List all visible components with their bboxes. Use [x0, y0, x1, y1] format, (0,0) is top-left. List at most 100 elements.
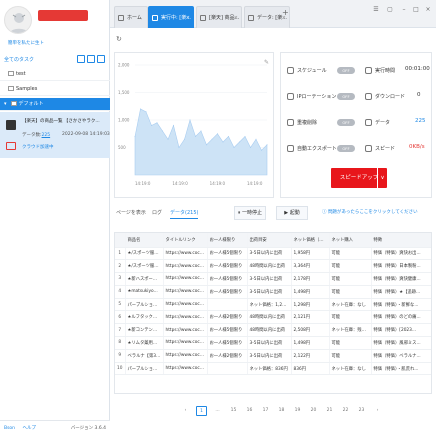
start-button[interactable]: ▶ 起動: [276, 206, 308, 220]
run-icon: [152, 15, 158, 21]
tree-toolbar: [75, 55, 105, 65]
column-header[interactable]: ネット価格（税込）: [291, 233, 330, 248]
column-header[interactable]: ネット購入: [329, 233, 372, 248]
task-card[interactable]: 【楽天】の商品一覧 【さかさやラク... データ数:225 2022-09-08…: [0, 112, 110, 158]
column-header[interactable]: お一人様限り: [207, 233, 248, 248]
table-row[interactable]: 1★/スポーツ服ロカブ...https://www.cocokarafi...お…: [115, 247, 431, 261]
table-row[interactable]: 3★新ハスポーツ毛皮ケ...https://www.cocokarafi...お…: [115, 272, 431, 286]
table-cell: 特価（特価）爽快健康...: [371, 272, 431, 286]
table-cell: https://www.cocokarafi...: [163, 259, 208, 274]
user-subtitle-link[interactable]: ト: [40, 41, 45, 46]
download-value: 0: [417, 92, 421, 98]
refresh-icon[interactable]: ↻: [116, 35, 122, 43]
tab-home[interactable]: ホーム: [114, 6, 148, 28]
table-row[interactable]: 7★新コンテンツセール...https://www.cocokarafi...お…: [115, 323, 431, 338]
speedup-label: スピードアップ: [339, 175, 379, 181]
new-folder-icon[interactable]: [77, 55, 85, 63]
add-tab-icon[interactable]: +: [282, 8, 289, 17]
table-row[interactable]: 8★リムタ薬用内服液...https://www.cocokarafi...お一…: [115, 336, 431, 350]
table-cell: 可能: [329, 285, 372, 299]
ip-rotation-toggle[interactable]: OFF: [337, 93, 355, 100]
column-header[interactable]: 出荷目安: [247, 233, 292, 248]
table-cell: お一人様2個限り: [207, 310, 248, 325]
maximize-icon[interactable]: □: [412, 6, 420, 14]
data-table: 商品名 タイトルリンク お一人様限り 出荷目安 ネット価格（税込） ネット購入 特徴 1 ★/…: [114, 232, 432, 394]
table-cell: 特価（特価）のどの痛...: [371, 310, 431, 325]
task-count[interactable]: 225: [42, 133, 51, 138]
column-header[interactable]: [115, 233, 126, 248]
next-page-button[interactable]: ›: [372, 406, 383, 416]
task-status: クラウド加速中: [22, 145, 54, 150]
close-icon[interactable]: ×: [186, 7, 190, 28]
settings-icon[interactable]: [97, 55, 105, 63]
avatar[interactable]: [4, 6, 32, 34]
table-row[interactable]: 5パーブルショットブラ...https://www.cocokarafi... ネ…: [115, 298, 431, 312]
help-link[interactable]: ⓘ 問題があったらここをクリックしてください: [322, 209, 418, 215]
play-icon: ▶: [284, 210, 289, 216]
tab-task[interactable]: [楽天] 商品... ×: [196, 6, 242, 28]
minimize-icon[interactable]: –: [400, 6, 408, 14]
close-window-icon[interactable]: ×: [424, 6, 432, 14]
task-count-row: データ数:225: [22, 132, 50, 138]
column-header[interactable]: 特徴: [371, 233, 431, 248]
tab-running[interactable]: 実行中: [楽... ×: [148, 6, 194, 28]
new-task-icon[interactable]: [87, 55, 95, 63]
page-button[interactable]: 1: [196, 406, 207, 416]
pause-button[interactable]: ⏸ 一時停止: [234, 206, 266, 220]
restore-icon[interactable]: ▢: [386, 6, 394, 14]
tab-data-results[interactable]: データ(215): [170, 209, 199, 219]
page-button[interactable]: 16: [244, 406, 255, 416]
dedup-icon: [287, 119, 294, 126]
x-tick-label: 14:19:0: [210, 181, 226, 186]
data-point: [261, 149, 262, 151]
footer-link-help[interactable]: ヘルプ: [22, 426, 36, 431]
table-cell: 8: [115, 336, 126, 350]
tree-item-default[interactable]: ▾ デフォルト: [0, 98, 110, 111]
chevron-down-icon[interactable]: ∨: [377, 168, 387, 188]
question-icon: ⓘ: [322, 210, 327, 215]
ip-rotation-label: IPローテーション: [297, 94, 337, 100]
page-button[interactable]: 21: [324, 406, 335, 416]
data-point: [255, 138, 257, 140]
tree-item-test[interactable]: test: [0, 68, 110, 81]
page-button[interactable]: ...: [212, 406, 223, 416]
dedup-toggle[interactable]: OFF: [337, 119, 355, 126]
table-cell: 特価（特価）[2023...: [371, 323, 431, 338]
page-button[interactable]: 17: [260, 406, 271, 416]
speed-chart: 2,000 1,500 1,000 500 14:19:0 14:19:0 14:19:0 1…: [114, 52, 274, 198]
tab-page-view[interactable]: ページを表示: [116, 209, 146, 216]
table-row[interactable]: 2★/スポーツ服女性ト...https://www.cocokarafi...お…: [115, 259, 431, 274]
table-cell: 3-5日以内に出荷: [247, 349, 292, 363]
edit-icon[interactable]: ✎: [264, 59, 269, 66]
table-header-row: 商品名 タイトルリンク お一人様限り 出荷目安 ネット価格（税込） ネット購入 特徴: [115, 233, 431, 248]
footer-link-bson[interactable]: Bson: [4, 426, 15, 431]
download-option: ダウンロード: [365, 93, 405, 100]
close-icon[interactable]: ×: [234, 7, 238, 28]
table-row[interactable]: 10パーブルショットブラ...https://www.cocokarafi...…: [115, 362, 431, 376]
pause-icon: ⏸: [237, 210, 241, 216]
table-cell: 4: [115, 285, 126, 299]
table-cell: 特価（特価）日本製粉...: [371, 259, 431, 274]
page-button[interactable]: 20: [308, 406, 319, 416]
schedule-toggle[interactable]: OFF: [337, 67, 355, 74]
page-button[interactable]: 23: [356, 406, 367, 416]
column-header[interactable]: タイトルリンク: [163, 233, 208, 248]
data-point: [244, 136, 246, 137]
auto-export-toggle[interactable]: OFF: [337, 145, 355, 152]
table-row[interactable]: 6★ルフタックＫ24...https://www.cocokarafi...お一…: [115, 310, 431, 325]
table-row[interactable]: 9ベラルナ【第3類医...https://www.cocokarafi...お一…: [115, 349, 431, 363]
menu-icon[interactable]: ☰: [372, 6, 380, 14]
page-button[interactable]: 22: [340, 406, 351, 416]
prev-page-button[interactable]: ‹: [180, 406, 191, 416]
table-cell: 可能: [329, 349, 372, 363]
table-cell: 7: [115, 323, 126, 338]
tab-log[interactable]: ログ: [152, 209, 162, 216]
tree-item-samples[interactable]: Samples: [0, 83, 110, 96]
page-button[interactable]: 19: [292, 406, 303, 416]
table-row[interactable]: 4★matsukiyo...https://www.cocokarafi...お…: [115, 285, 431, 299]
speedup-button[interactable]: スピードアップ ∨: [331, 168, 387, 188]
column-header[interactable]: 商品名: [125, 233, 164, 248]
data-point: [156, 122, 158, 124]
page-button[interactable]: 18: [276, 406, 287, 416]
page-button[interactable]: 15: [228, 406, 239, 416]
